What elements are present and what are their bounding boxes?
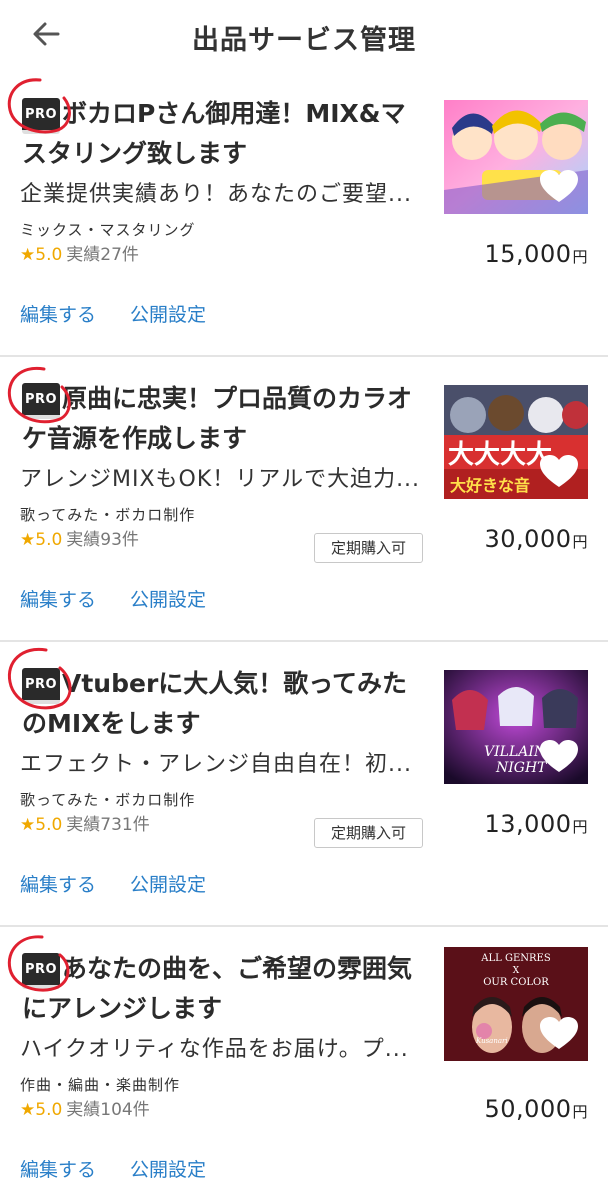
service-title[interactable]: ボカロPさん御用達！MIX&マスタリング致します <box>22 94 428 174</box>
price-unit: 円 <box>572 533 588 551</box>
card-actions: 編集する 公開設定 <box>20 1155 206 1182</box>
price-unit: 円 <box>572 1103 588 1121</box>
sales-count: 実績27件 <box>66 245 139 265</box>
star-icon: ★ <box>20 245 36 265</box>
service-thumbnail[interactable]: VILLAIN'S NIGHT <box>444 670 588 784</box>
publish-settings-link[interactable]: 公開設定 <box>130 870 206 897</box>
service-category: ミックス・マスタリング <box>20 221 196 239</box>
thumb-text: X <box>513 966 520 976</box>
service-category: 作曲・編曲・楽曲制作 <box>20 1076 181 1094</box>
page-title: 出品サービス管理 <box>192 25 416 56</box>
price: 15,000円 <box>485 240 589 268</box>
thumb-text: ALL GENRES <box>480 953 551 964</box>
publish-settings-link[interactable]: 公開設定 <box>130 1155 206 1182</box>
rating-score: 5.0 <box>35 245 63 265</box>
service-description: 企業提供実績あり！あなたのご要望... <box>20 182 412 207</box>
rating-score: 5.0 <box>35 815 63 835</box>
service-category: 歌ってみた・ボカロ制作 <box>20 506 196 524</box>
star-icon: ★ <box>20 1100 36 1120</box>
rating: ★5.0 実績731件 <box>20 813 150 837</box>
subscription-badge: 定期購入可 <box>314 818 423 848</box>
thumb-text: Kusanari <box>475 1037 508 1045</box>
service-category: 歌ってみた・ボカロ制作 <box>20 791 196 809</box>
app-header: 出品サービス管理 <box>0 0 608 68</box>
sales-count: 実績104件 <box>66 1100 150 1120</box>
price: 50,000円 <box>485 1095 589 1123</box>
price-unit: 円 <box>572 248 588 266</box>
price: 13,000円 <box>485 810 589 838</box>
heart-icon[interactable] <box>540 455 578 489</box>
subscription-badge: 定期購入可 <box>314 533 423 563</box>
service-thumbnail[interactable]: ALL GENRES X OUR COLOR Kusanari <box>444 947 588 1061</box>
sales-count: 実績731件 <box>66 815 150 835</box>
card-actions: 編集する 公開設定 <box>20 585 206 612</box>
rating-score: 5.0 <box>35 530 63 550</box>
service-card[interactable]: PRO ボカロPさん御用達！MIX&マスタリング致します 企業提供実績あり！あな… <box>0 72 608 357</box>
heart-icon[interactable] <box>540 170 578 204</box>
rating-score: 5.0 <box>35 1100 63 1120</box>
service-card[interactable]: PRO Vtuberに大人気！歌ってみたのMIXをします エフェクト・アレンジ自… <box>0 642 608 927</box>
publish-settings-link[interactable]: 公開設定 <box>130 300 206 327</box>
star-icon: ★ <box>20 530 36 550</box>
rating: ★5.0 実績93件 <box>20 528 139 552</box>
edit-link[interactable]: 編集する <box>20 585 96 612</box>
service-title[interactable]: Vtuberに大人気！歌ってみたのMIXをします <box>22 664 428 744</box>
card-actions: 編集する 公開設定 <box>20 300 206 327</box>
sales-count: 実績93件 <box>66 530 139 550</box>
price-value: 13,000 <box>484 810 572 838</box>
star-icon: ★ <box>20 815 36 835</box>
price-value: 15,000 <box>484 240 572 268</box>
edit-link[interactable]: 編集する <box>20 1155 96 1182</box>
heart-icon[interactable] <box>540 1017 578 1051</box>
price-value: 50,000 <box>484 1095 572 1123</box>
service-thumbnail[interactable] <box>444 100 588 214</box>
service-description: ハイクオリティな作品をお届け。プ... <box>20 1037 409 1062</box>
service-description: アレンジMIXもOK！リアルで大迫力... <box>20 467 420 492</box>
svg-text:大大大大: 大大大大 <box>448 440 552 470</box>
heart-icon[interactable] <box>540 740 578 774</box>
price-value: 30,000 <box>484 525 572 553</box>
svg-text:大好きな音: 大好きな音 <box>450 476 530 495</box>
rating: ★5.0 実績104件 <box>20 1098 150 1122</box>
edit-link[interactable]: 編集する <box>20 300 96 327</box>
service-title[interactable]: あなたの曲を、ご希望の雰囲気にアレンジします <box>22 949 428 1029</box>
service-title[interactable]: 原曲に忠実！プロ品質のカラオケ音源を作成します <box>22 379 428 459</box>
edit-link[interactable]: 編集する <box>20 870 96 897</box>
service-card[interactable]: PRO 原曲に忠実！プロ品質のカラオケ音源を作成します アレンジMIXもOK！リ… <box>0 357 608 642</box>
price: 30,000円 <box>485 525 589 553</box>
service-card[interactable]: PRO あなたの曲を、ご希望の雰囲気にアレンジします ハイクオリティな作品をお届… <box>0 927 608 1200</box>
price-unit: 円 <box>572 818 588 836</box>
rating: ★5.0 実績27件 <box>20 243 139 267</box>
service-thumbnail[interactable]: 大大大大 大好きな音 <box>444 385 588 499</box>
publish-settings-link[interactable]: 公開設定 <box>130 585 206 612</box>
service-description: エフェクト・アレンジ自由自在！初... <box>20 752 412 777</box>
card-actions: 編集する 公開設定 <box>20 870 206 897</box>
thumb-text: OUR COLOR <box>483 977 549 988</box>
